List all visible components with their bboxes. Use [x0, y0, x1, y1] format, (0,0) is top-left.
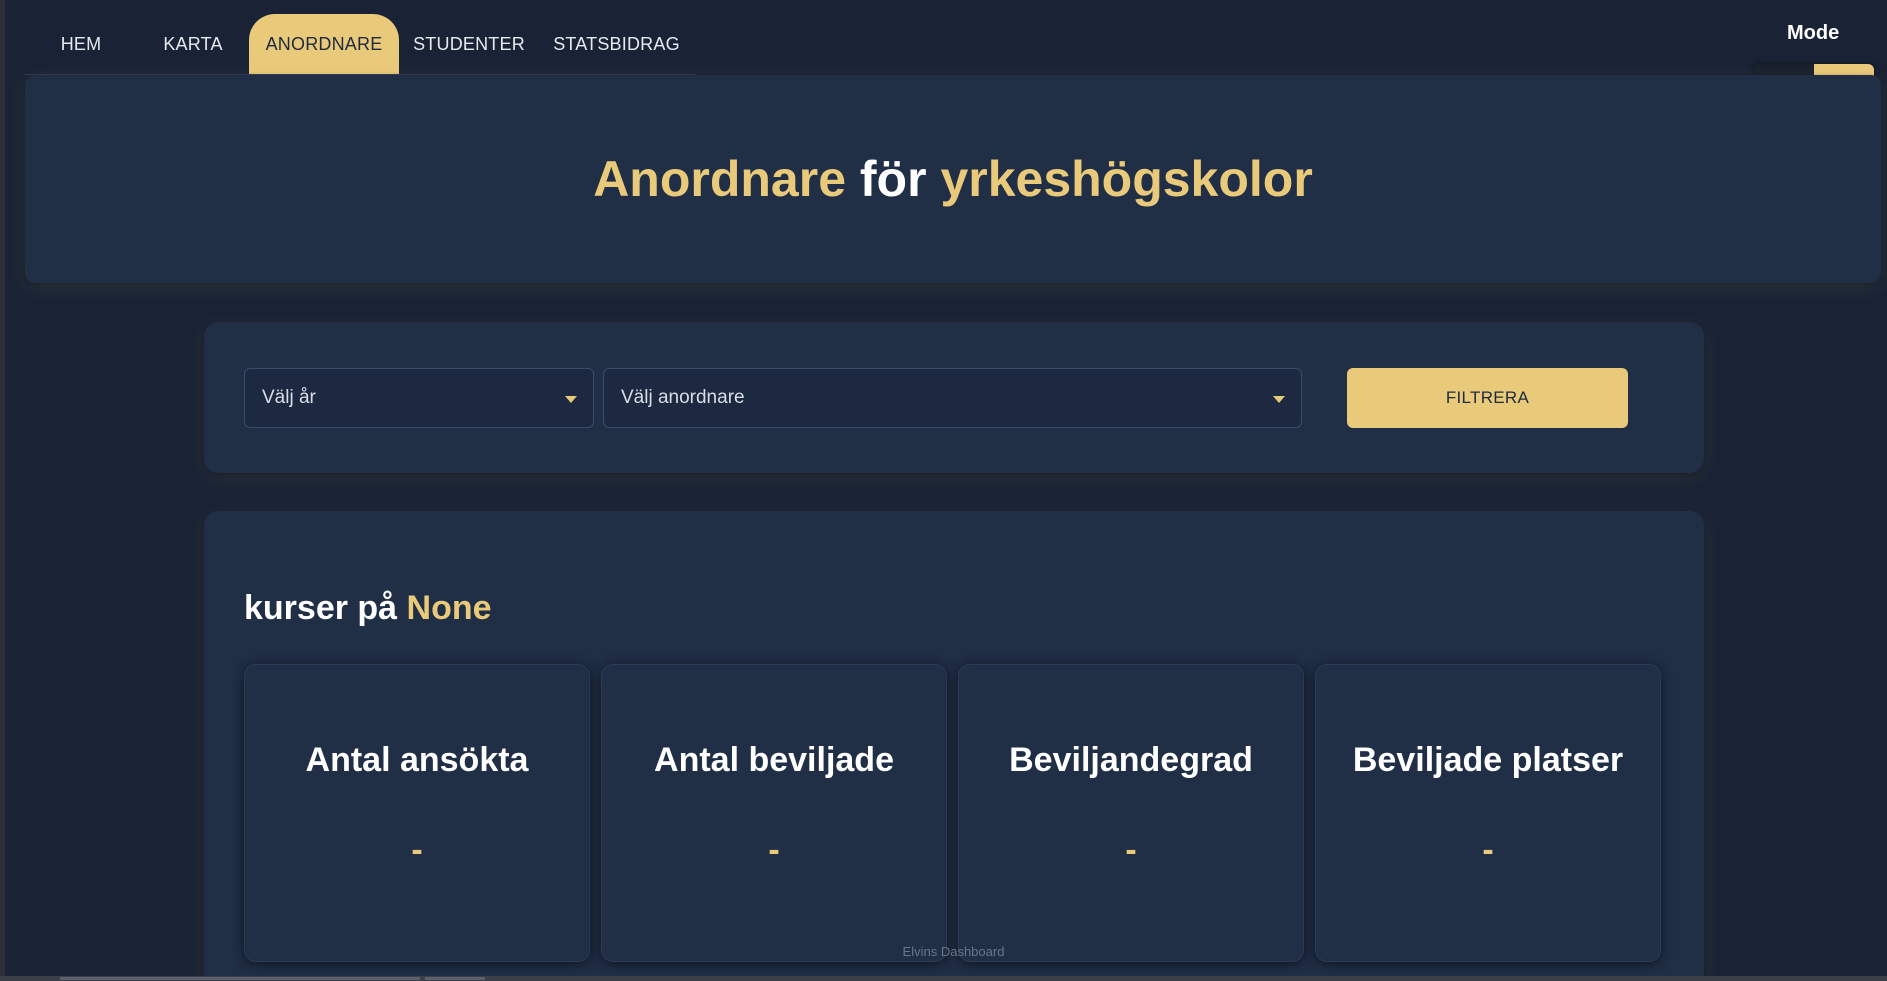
page-title-connector: för — [846, 151, 941, 207]
year-select[interactable]: Välj år — [244, 368, 594, 428]
anordnare-select[interactable]: Välj anordnare — [603, 368, 1302, 428]
kpi-value: - — [1125, 831, 1137, 869]
page-title-yrkeshogskolor: yrkeshögskolor — [940, 151, 1313, 207]
kpi-card-antal-ansokta: Antal ansökta - — [244, 664, 590, 962]
anordnare-select-placeholder: Välj anordnare — [621, 387, 745, 408]
results-card: kurser på None Antal ansökta - Antal bev… — [204, 511, 1704, 981]
kpi-title: Beviljandegrad — [1009, 741, 1253, 779]
kpi-card-beviljade-platser: Beviljade platser - — [1315, 664, 1661, 962]
kpi-value: - — [1482, 831, 1494, 869]
footer-text: Elvins Dashboard — [902, 944, 1005, 959]
scrollbar-thumb-secondary[interactable] — [425, 977, 485, 980]
page-title-anordnare: Anordnare — [593, 151, 846, 207]
mode-label: Mode — [1787, 22, 1840, 44]
tab-studenter[interactable]: STUDENTER — [399, 14, 539, 74]
tab-hem[interactable]: HEM — [25, 14, 137, 74]
kpi-card-antal-beviljade: Antal beviljade - — [601, 664, 947, 962]
kpi-title: Antal ansökta — [305, 741, 529, 779]
results-title: kurser på None — [244, 589, 492, 628]
page-title: Anordnare för yrkeshögskolor — [593, 150, 1313, 208]
page-header-card: Anordnare för yrkeshögskolor — [25, 75, 1881, 283]
kpi-title: Antal beviljade — [654, 741, 894, 779]
kpi-value: - — [768, 831, 780, 869]
scrollbar-thumb[interactable] — [60, 977, 420, 980]
filter-card: Välj år Välj anordnare FILTRERA — [204, 322, 1704, 473]
tab-karta[interactable]: KARTA — [137, 14, 249, 74]
results-title-value: None — [406, 589, 492, 627]
chevron-down-icon — [565, 396, 577, 403]
kpi-value: - — [411, 831, 423, 869]
chevron-down-icon — [1273, 396, 1285, 403]
tab-statsbidrag[interactable]: STATSBIDRAG — [539, 14, 694, 74]
results-title-prefix: kurser på — [244, 589, 407, 627]
horizontal-scrollbar[interactable] — [0, 976, 1887, 981]
kpi-title: Beviljade platser — [1352, 741, 1624, 779]
kpi-card-beviljandegrad: Beviljandegrad - — [958, 664, 1304, 962]
window-left-edge — [0, 0, 5, 981]
main-nav-tabs: HEM KARTA ANORDNARE STUDENTER STATSBIDRA… — [25, 14, 694, 74]
tab-anordnare[interactable]: ANORDNARE — [249, 14, 399, 74]
filter-button[interactable]: FILTRERA — [1347, 368, 1628, 428]
year-select-placeholder: Välj år — [262, 387, 316, 408]
